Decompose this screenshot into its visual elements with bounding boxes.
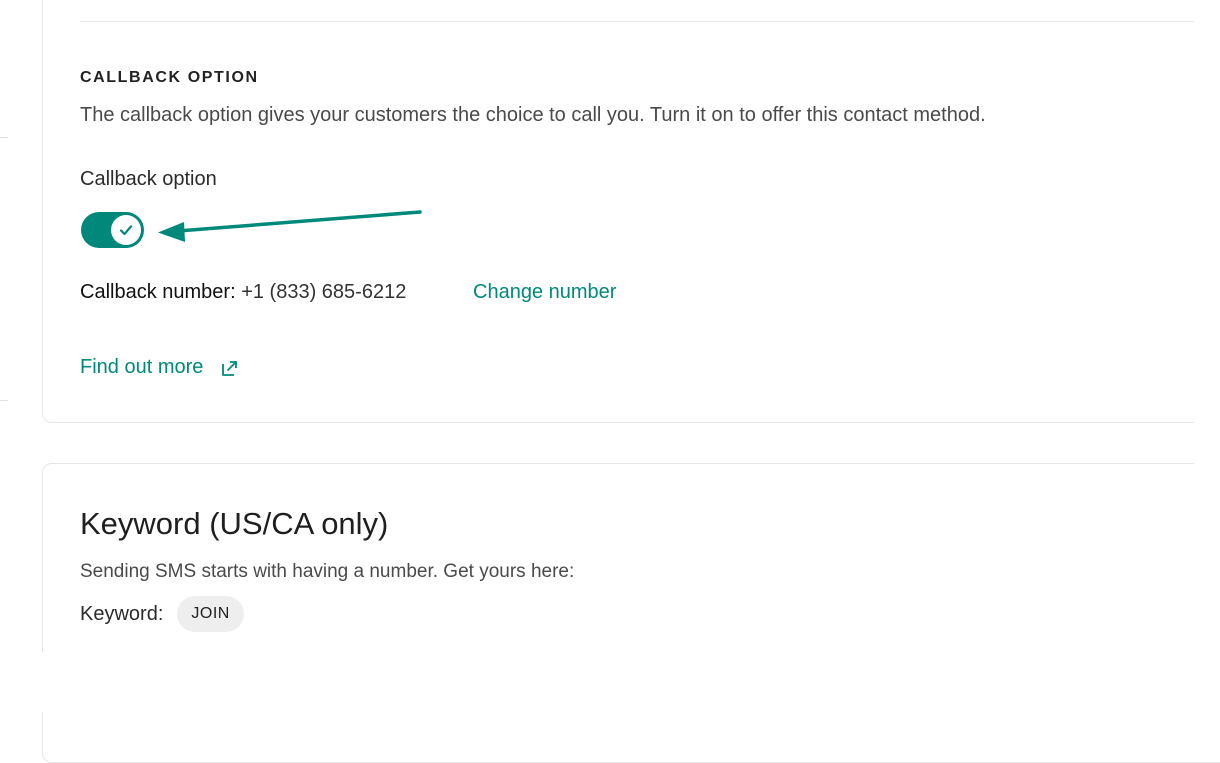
callback-toggle[interactable] bbox=[81, 212, 144, 248]
right-whitespace bbox=[1194, 0, 1220, 712]
keyword-section-description: Sending SMS starts with having a number.… bbox=[80, 561, 575, 582]
keyword-section-title: Keyword (US/CA only) bbox=[80, 506, 389, 541]
keyword-label: Keyword: bbox=[80, 602, 164, 625]
bottom-whitespace bbox=[0, 652, 1220, 712]
change-number-link[interactable]: Change number bbox=[473, 281, 616, 304]
callback-number-label: Callback number: bbox=[80, 281, 236, 303]
callback-number-row: Callback number: +1 (833) 685-6212 bbox=[80, 281, 406, 304]
toggle-thumb bbox=[111, 215, 141, 245]
external-link-icon bbox=[222, 360, 238, 376]
find-out-more-label: Find out more bbox=[80, 356, 204, 378]
check-icon bbox=[119, 225, 133, 236]
callback-section-heading: CALLBACK OPTION bbox=[80, 69, 259, 86]
annotation-arrow-icon bbox=[158, 210, 422, 242]
keyword-row: Keyword: JOIN bbox=[80, 596, 244, 632]
card-top-divider bbox=[80, 21, 1194, 22]
callback-section-description: The callback option gives your customers… bbox=[80, 104, 986, 126]
callback-number-value: +1 (833) 685-6212 bbox=[241, 281, 407, 303]
find-out-more-link[interactable]: Find out more bbox=[80, 356, 239, 379]
keyword-chip: JOIN bbox=[177, 596, 244, 632]
left-edge-divider-top bbox=[0, 137, 8, 138]
callback-toggle-label: Callback option bbox=[80, 168, 217, 190]
left-edge-divider-bottom bbox=[0, 400, 8, 401]
